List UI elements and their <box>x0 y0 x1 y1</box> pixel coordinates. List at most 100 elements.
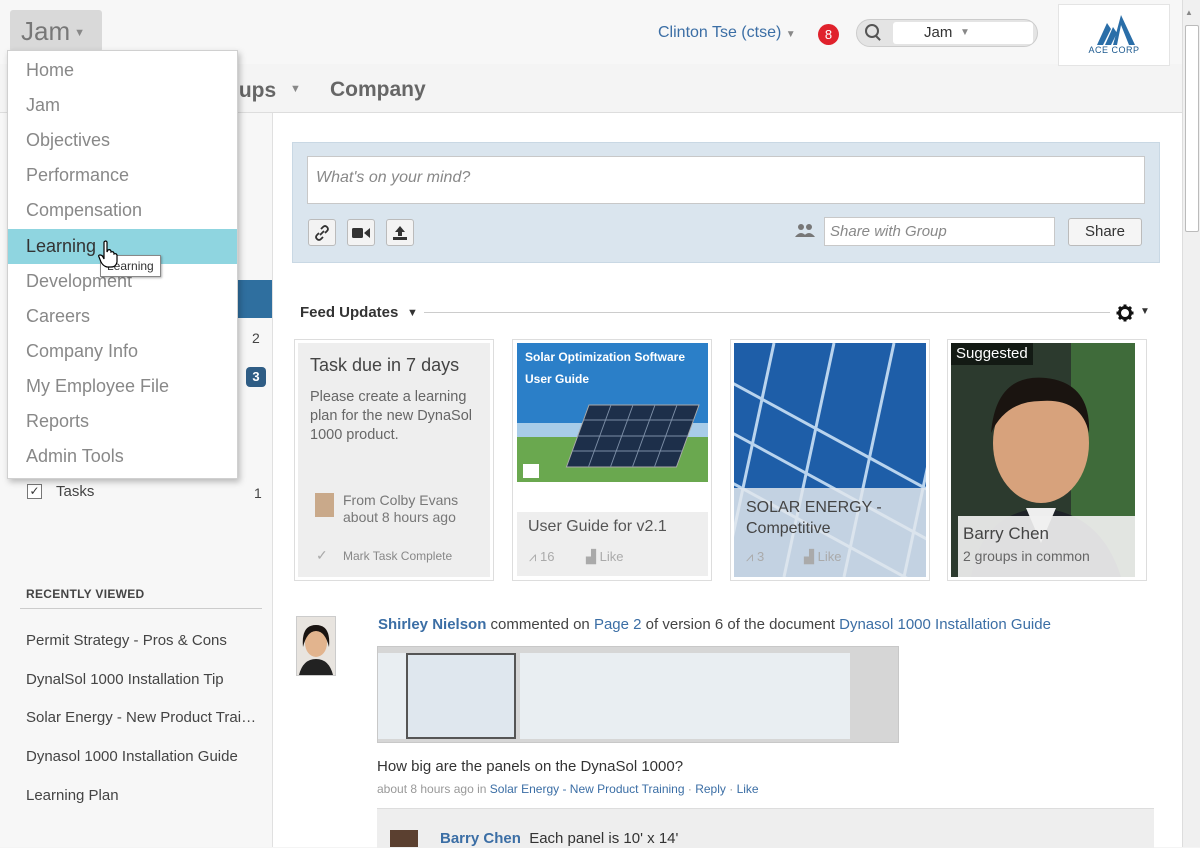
recent-item[interactable]: Permit Strategy - Pros & Cons <box>26 632 262 649</box>
company-logo <box>1058 4 1170 66</box>
sidebar-count: 2 <box>252 330 260 346</box>
page-thumbnail-selected[interactable] <box>406 653 516 739</box>
post-input[interactable]: What's on your mind? <box>307 156 1145 204</box>
document-link[interactable]: Dynasol 1000 Installation Guide <box>839 616 1051 633</box>
app-menu-label: Jam <box>21 15 71 46</box>
chevron-down-icon: ▼ <box>407 307 418 319</box>
recent-item[interactable]: Learning Plan <box>26 787 262 804</box>
menu-item-compensation[interactable]: Compensation <box>8 193 237 228</box>
group-link[interactable]: Solar Energy - New Product Training <box>490 782 685 796</box>
like-label: Like <box>817 549 842 564</box>
activity-icon: ⩘ <box>529 549 537 564</box>
video-button[interactable] <box>347 219 375 246</box>
menu-item-careers[interactable]: Careers <box>8 299 237 334</box>
mark-task-complete-link[interactable]: Mark Task Complete <box>343 549 452 563</box>
task-time: about 8 hours ago <box>343 509 456 525</box>
user-name: Clinton Tse (ctse) <box>658 24 782 41</box>
avatar <box>315 493 334 517</box>
sidebar-badge: 3 <box>246 367 266 387</box>
page-link[interactable]: Page 2 <box>594 616 642 633</box>
logo-icon <box>1097 15 1135 45</box>
document-name[interactable]: User Guide for v2.1 <box>528 518 667 536</box>
menu-item-my-employee-file[interactable]: My Employee File <box>8 369 237 404</box>
logo-text: ACE CORP <box>1088 45 1140 55</box>
nav-company[interactable]: Company <box>330 78 426 102</box>
thumbs-up-icon: ▟ <box>586 549 596 564</box>
recent-item[interactable]: Dynasol 1000 Installation Guide <box>26 748 262 765</box>
reply-text: Each panel is 10' x 14' <box>529 830 679 847</box>
sidebar-item-tasks[interactable]: Tasks <box>56 483 94 500</box>
feed-updates-title[interactable]: Feed Updates <box>300 304 398 321</box>
person-name[interactable]: Barry Chen <box>963 524 1049 544</box>
actor-link[interactable]: Shirley Nielson <box>378 616 486 633</box>
comment-text: How big are the panels on the DynaSol 10… <box>377 758 684 775</box>
divider <box>424 312 1110 313</box>
divider <box>20 608 262 609</box>
reply-link[interactable]: Reply <box>695 782 726 796</box>
menu-item-reports[interactable]: Reports <box>8 404 237 439</box>
checkmark-icon[interactable]: ✓ <box>316 547 328 564</box>
task-from: From Colby Evans about 8 hours ago <box>343 492 483 526</box>
tasks-count: 1 <box>254 485 262 501</box>
activity-text: of version 6 of the document <box>645 616 835 633</box>
search-scope[interactable]: Jam <box>924 24 952 41</box>
like-button[interactable]: ▟ Like <box>586 549 623 565</box>
search-icon[interactable] <box>865 24 879 38</box>
reply-line: Barry Chen Each panel is 10' x 14' <box>440 830 678 847</box>
notification-badge[interactable]: 8 <box>818 24 839 45</box>
scroll-up-icon[interactable]: ▲ <box>1185 8 1193 17</box>
views-stat: ⩘ 3 <box>746 549 764 565</box>
like-button[interactable]: ▟ Like <box>804 549 841 565</box>
scrollbar-thumb[interactable] <box>1185 25 1199 232</box>
share-button[interactable]: Share <box>1068 218 1142 246</box>
gear-icon[interactable] <box>1116 304 1134 327</box>
upload-button[interactable] <box>386 219 414 246</box>
menu-item-home[interactable]: Home <box>8 53 237 88</box>
link-button[interactable] <box>308 219 336 246</box>
suggested-badge: Suggested <box>951 343 1033 365</box>
task-description: Please create a learning plan for the ne… <box>310 389 473 443</box>
chevron-down-icon: ▼ <box>785 29 796 40</box>
solar-document-name[interactable]: SOLAR ENERGY - Competitive <box>746 497 916 539</box>
comment-time: about 8 hours ago in <box>377 782 487 796</box>
sidebar-selected-marker <box>236 280 272 318</box>
menu-item-admin-tools[interactable]: Admin Tools <box>8 439 237 474</box>
video-icon <box>352 227 370 238</box>
menu-item-company-info[interactable]: Company Info <box>8 334 237 369</box>
views-count: 16 <box>539 549 555 564</box>
solar-panel-image <box>734 343 926 577</box>
recent-item[interactable]: Solar Energy - New Product Training <box>26 709 262 726</box>
activity-text: commented on <box>490 616 590 633</box>
menu-item-jam[interactable]: Jam <box>8 88 237 123</box>
menu-item-performance[interactable]: Performance <box>8 158 237 193</box>
chevron-down-icon: ▼ <box>74 27 86 39</box>
group-icon <box>795 223 815 242</box>
avatar[interactable] <box>390 830 418 847</box>
recently-viewed-heading: RECENTLY VIEWED <box>26 587 145 601</box>
task-from-name: From Colby Evans <box>343 492 459 508</box>
user-menu[interactable]: Clinton Tse (ctse) ▼ <box>658 24 796 42</box>
page-thumbnail[interactable] <box>630 653 740 739</box>
like-link[interactable]: Like <box>737 782 759 796</box>
reply-author-link[interactable]: Barry Chen <box>440 830 521 847</box>
thumbs-up-icon: ▟ <box>804 549 814 564</box>
chevron-down-icon: ▼ <box>960 27 970 38</box>
page-thumbnail[interactable] <box>740 653 850 739</box>
document-cover-subtitle: User Guide <box>525 372 590 386</box>
link-icon <box>315 224 329 241</box>
document-cover-title: Solar Optimization Software <box>525 350 686 364</box>
views-stat: ⩘ 16 <box>529 549 554 565</box>
share-with-group-input[interactable]: Share with Group <box>824 217 1055 246</box>
like-label: Like <box>599 549 624 564</box>
recent-item[interactable]: DynalSol 1000 Installation Tip <box>26 671 262 688</box>
task-card-body <box>298 343 490 577</box>
menu-item-objectives[interactable]: Objectives <box>8 123 237 158</box>
activity-icon: ⩘ <box>746 549 754 564</box>
document-page-thumbnails[interactable] <box>377 646 899 743</box>
app-menu-button[interactable]: Jam ▼ <box>10 10 102 52</box>
page-thumbnail[interactable] <box>378 653 408 739</box>
comment-meta: about 8 hours ago in Solar Energy - New … <box>377 782 759 796</box>
page-thumbnail[interactable] <box>520 653 630 739</box>
avatar[interactable] <box>296 616 336 676</box>
views-count: 3 <box>756 549 765 564</box>
